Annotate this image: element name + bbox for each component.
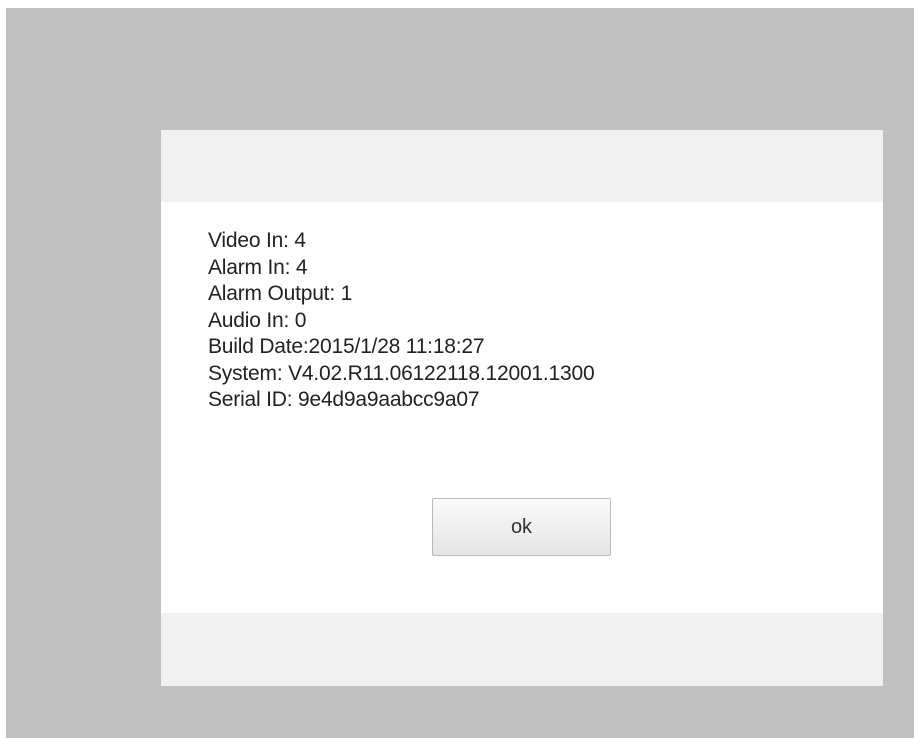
device-info-dialog: Video In: 4 Alarm In: 4 Alarm Output: 1 … (161, 130, 883, 686)
audio-in-line: Audio In: 0 (208, 308, 307, 332)
dialog-body: Video In: 4 Alarm In: 4 Alarm Output: 1 … (161, 202, 883, 613)
build-date-line: Build Date:2015/1/28 11:18:27 (208, 335, 485, 358)
serial-id-line: Serial ID: 9e4d9a9aabcc9a07 (208, 388, 480, 411)
alarm-output-line: Alarm Output: 1 (208, 282, 353, 305)
alarm-in-line: Alarm In: 4 (208, 255, 308, 279)
video-in-line: Video In: 4 (208, 229, 306, 252)
ok-button[interactable]: ok (432, 498, 611, 556)
dialog-header (161, 130, 883, 202)
system-version-line: System: V4.02.R11.06122118.12001.1300 (208, 361, 595, 385)
device-info-list: Video In: 4 Alarm In: 4 Alarm Output: 1 … (208, 228, 595, 414)
dialog-footer (161, 613, 883, 686)
